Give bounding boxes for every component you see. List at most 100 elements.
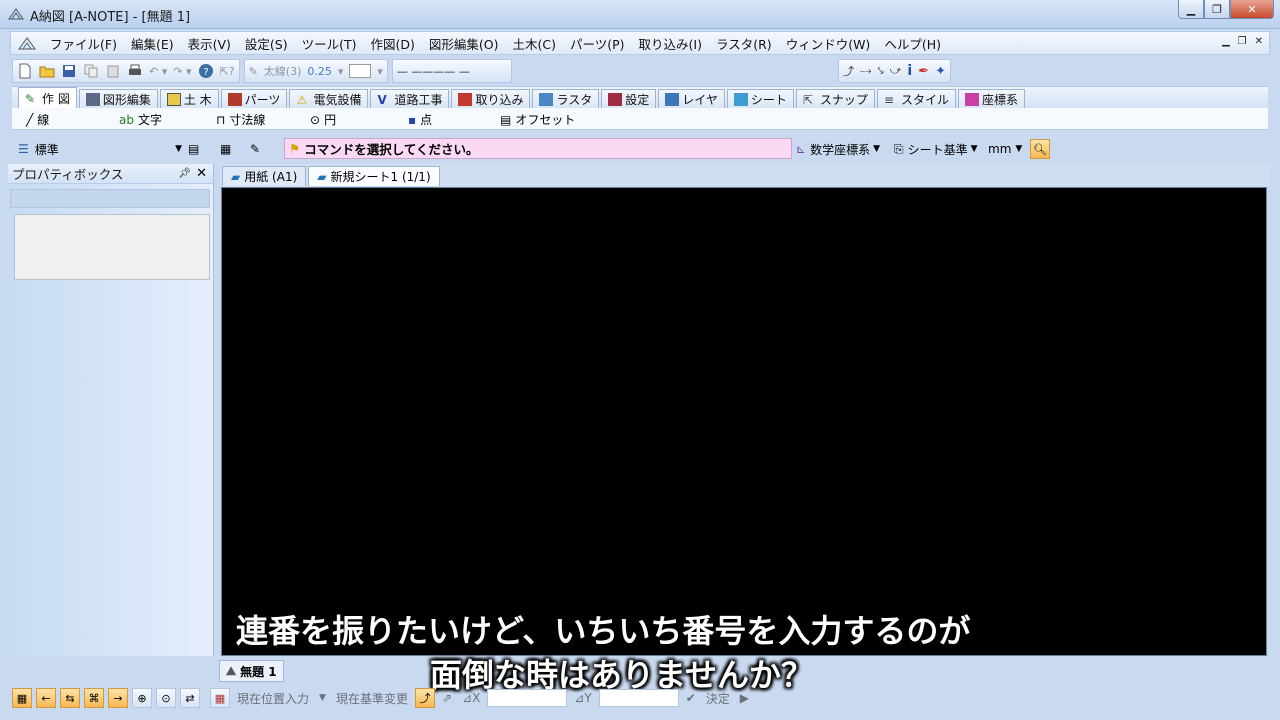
menu-import[interactable]: 取り込み(I) (632, 34, 709, 53)
line-width-value[interactable]: 0.25 (307, 65, 332, 78)
swap-icon[interactable]: ⇄ (180, 688, 200, 708)
zoom-icon[interactable]: 🔍︎ (1030, 139, 1050, 159)
check-icon: ✔ (685, 691, 696, 705)
cmd-offset[interactable]: ▤ オフセット (500, 111, 575, 128)
target-icon[interactable]: ⊕ (132, 688, 152, 708)
tab-road-work[interactable]: V 道路工事 (370, 89, 450, 108)
chevron-down-icon[interactable]: ▼ (316, 693, 329, 703)
tab-snap[interactable]: ⇱ スナップ (795, 89, 875, 108)
unit-combo[interactable]: mm ▼ (988, 139, 1022, 159)
layer-list-icon[interactable]: ▦ (220, 139, 231, 159)
pin-icon[interactable]: 📌︎ (178, 168, 191, 179)
help-icon[interactable]: ? (198, 63, 214, 79)
color-dropdown-icon[interactable]: ▾ (377, 65, 383, 78)
line-weight-label[interactable]: 太線(3) (264, 63, 302, 79)
minimize-button[interactable]: ▁ (1178, 0, 1204, 19)
snap-perpendicular-icon[interactable]: ⤻ (890, 64, 902, 78)
tab-raster[interactable]: ラスタ (532, 89, 600, 108)
grid-icon[interactable]: ▦ (12, 688, 32, 708)
cmd-circle[interactable]: ⊙ 円 (310, 111, 336, 128)
close-icon[interactable]: ✕ (196, 166, 207, 181)
dimension-icon: ⊓ (216, 112, 226, 127)
color-swatch[interactable] (349, 64, 372, 78)
cmd-point[interactable]: ▪ 点 (408, 111, 432, 128)
document-tab[interactable]: ⛰ 無題 1 (219, 660, 284, 682)
dy-input[interactable] (598, 689, 679, 707)
menu-civil[interactable]: 土木(C) (506, 34, 563, 53)
center-icon[interactable]: ⊙ (156, 688, 176, 708)
redo-icon[interactable]: ↷ ▾ (173, 65, 191, 78)
menu-shape-edit[interactable]: 図形編集(O) (422, 34, 506, 53)
menu-file[interactable]: ファイル(F) (43, 34, 124, 53)
menu-window[interactable]: ウィンドウ(W) (779, 34, 878, 53)
mdi-restore-icon[interactable]: ❐ (1238, 36, 1247, 47)
play-icon[interactable]: ▶ (737, 691, 752, 705)
menu-draw[interactable]: 作図(D) (364, 34, 422, 53)
save-icon[interactable] (61, 63, 77, 79)
tab-electrical[interactable]: ⚠ 電気設備 (289, 89, 369, 108)
current-basis-change[interactable]: 現在基準変更 (333, 690, 411, 707)
menu-edit[interactable]: 編集(E) (124, 34, 181, 53)
tab-sheet[interactable]: シート (726, 89, 794, 108)
tab-coordinate-system[interactable]: 座標系 (957, 89, 1025, 108)
tab-civil[interactable]: 土 木 (159, 89, 219, 108)
menu-view[interactable]: 表示(V) (181, 34, 238, 53)
menu-settings[interactable]: 設定(S) (238, 34, 295, 53)
tab-settings[interactable]: 設定 (601, 89, 657, 108)
tab-draw[interactable]: ✎ 作 図 (18, 87, 77, 108)
pick-icon[interactable]: ⇗ (439, 691, 455, 705)
dropper-icon[interactable]: ✒ (918, 64, 929, 79)
snap-endpoint-icon[interactable]: ⤴ (843, 63, 854, 79)
cmd-line[interactable]: ╱ 線 (26, 111, 49, 128)
menu-parts[interactable]: パーツ(P) (563, 34, 632, 53)
paste-icon[interactable] (105, 63, 121, 79)
menu-tools[interactable]: ツール(T) (295, 34, 364, 53)
sheet-tab-new-sheet[interactable]: ▰ 新規シート1 (1/1) (308, 166, 440, 186)
parts-icon (227, 92, 242, 106)
layer-button-icon[interactable]: ▤ (188, 139, 199, 159)
tab-parts[interactable]: パーツ (220, 89, 288, 108)
undo-icon[interactable]: ↶ ▾ (149, 65, 167, 78)
coordinate-system-combo[interactable]: ⊾ 数学座標系 ▼ (796, 139, 880, 159)
context-help-icon[interactable]: ⇱? (220, 65, 235, 78)
cmd-text[interactable]: ab 文字 (119, 111, 162, 128)
decide-button[interactable]: 決定 (703, 690, 733, 707)
menu-raster[interactable]: ラスタ(R) (709, 34, 779, 53)
ortho-icon[interactable]: ⇆ (60, 688, 80, 708)
menu-help[interactable]: ヘルプ(H) (877, 34, 948, 53)
current-position-input[interactable]: 現在位置入力 (234, 690, 312, 707)
layer-edit-icon[interactable]: ✎ (250, 139, 260, 159)
line-width-dropdown-icon[interactable]: ▾ (338, 65, 344, 78)
print-icon[interactable] (127, 63, 143, 79)
property-selector[interactable] (10, 189, 210, 208)
hatch-icon[interactable]: ▦ (210, 688, 230, 708)
snap-intersection-icon[interactable]: ⤥ (877, 64, 883, 78)
tab-style[interactable]: ≡ スタイル (876, 89, 956, 108)
drawing-canvas[interactable] (221, 187, 1267, 656)
brush-icon[interactable]: ✦ (935, 64, 946, 79)
dx-input[interactable] (487, 689, 568, 707)
horizontal-icon[interactable]: → (108, 688, 128, 708)
sheet-tab-paper[interactable]: ▰ 用紙 (A1) (222, 166, 307, 186)
style-combo[interactable]: ☰ 標準 ▼ (18, 139, 182, 159)
tab-import[interactable]: 取り込み (451, 89, 531, 108)
snap-midpoint-icon[interactable]: ⤍ (860, 64, 871, 78)
import-icon (458, 92, 473, 106)
close-button[interactable]: ✕ (1230, 0, 1274, 19)
mdi-minimize-icon[interactable]: ▁ (1222, 36, 1230, 47)
open-folder-icon[interactable] (39, 63, 55, 79)
sheet-basis-combo[interactable]: ⎘ シート基準 ▼ (894, 139, 978, 159)
new-file-icon[interactable] (17, 63, 33, 79)
copy-icon[interactable] (83, 63, 99, 79)
arrow-left-icon[interactable]: ← (36, 688, 56, 708)
basis-point-icon[interactable]: ⤴ (414, 688, 435, 708)
restore-button[interactable]: ❐ (1204, 0, 1230, 19)
line-type-sample[interactable]: — ———— — (397, 65, 470, 78)
cmd-dimension[interactable]: ⊓ 寸法線 (216, 111, 265, 128)
info-icon[interactable]: i (907, 63, 912, 79)
mdi-close-icon[interactable]: ✕ (1255, 36, 1263, 47)
tab-layer[interactable]: レイヤ (658, 89, 725, 108)
document-icon[interactable] (17, 35, 37, 51)
snap-mode-icon[interactable]: ⌘ (84, 688, 104, 708)
tab-shape-edit[interactable]: 図形編集 (78, 89, 158, 108)
